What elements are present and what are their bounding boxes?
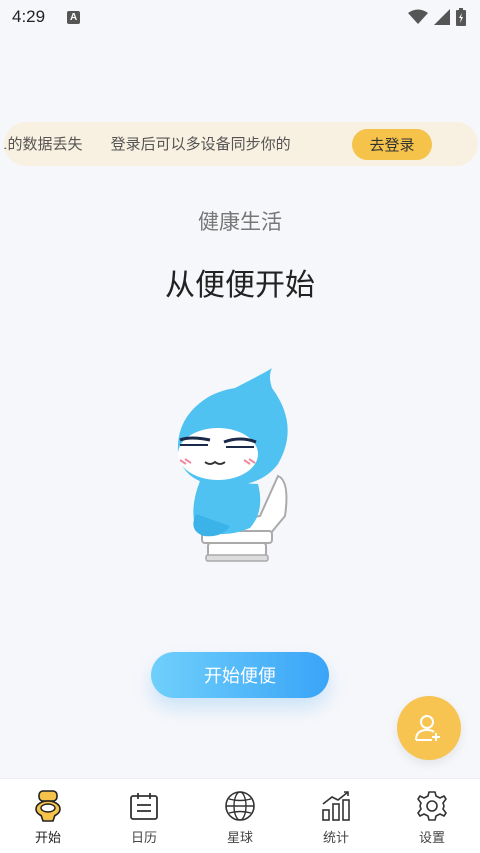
banner-marquee: 1‎的数据丢失 登录后可以多设备同步你的 bbox=[4, 122, 338, 166]
nav-item-calendar[interactable]: 日历 bbox=[96, 779, 192, 853]
banner-text-segment: 1‎的数据丢失 bbox=[4, 135, 83, 153]
nav-item-stats[interactable]: 统计 bbox=[288, 779, 384, 853]
bottom-nav: 开始 日历 星球 统计 设置 bbox=[0, 778, 480, 853]
notification-icon: A bbox=[67, 10, 81, 24]
hero-title: 从便便开始 bbox=[165, 268, 315, 303]
hero-subtitle: 健康生活 bbox=[198, 210, 282, 234]
nav-item-settings[interactable]: 设置 bbox=[384, 779, 480, 853]
login-button[interactable]: 去登录 bbox=[352, 129, 432, 160]
add-user-icon bbox=[415, 715, 440, 741]
start-poop-button[interactable]: 开始便便 bbox=[151, 652, 329, 698]
status-time: 4:29 bbox=[12, 7, 46, 26]
toilet-icon bbox=[31, 789, 65, 823]
nav-label-settings: 设置 bbox=[418, 831, 445, 846]
nav-label-calendar: 日历 bbox=[130, 831, 157, 846]
login-banner: 1‎的数据丢失 登录后可以多设备同步你的 去登录 bbox=[4, 122, 478, 166]
signal-icon bbox=[434, 9, 450, 25]
status-icons bbox=[408, 8, 466, 26]
gear-icon bbox=[415, 789, 449, 823]
calendar-icon bbox=[127, 789, 161, 823]
nav-label-stats: 统计 bbox=[322, 831, 349, 846]
add-user-button[interactable] bbox=[397, 696, 461, 760]
nav-item-planet[interactable]: 星球 bbox=[192, 779, 288, 853]
battery-icon bbox=[456, 8, 466, 26]
mascot-illustration bbox=[177, 368, 288, 562]
wifi-icon bbox=[408, 9, 428, 24]
nav-label-start: 开始 bbox=[34, 831, 61, 846]
nav-item-start[interactable]: 开始 bbox=[0, 779, 96, 853]
chart-icon bbox=[319, 789, 353, 823]
status-bar: 4:29 A bbox=[0, 0, 480, 34]
globe-icon bbox=[223, 789, 257, 823]
banner-text-segment: 登录后可以多设备同步你的 bbox=[110, 135, 291, 153]
nav-label-planet: 星球 bbox=[226, 831, 253, 846]
